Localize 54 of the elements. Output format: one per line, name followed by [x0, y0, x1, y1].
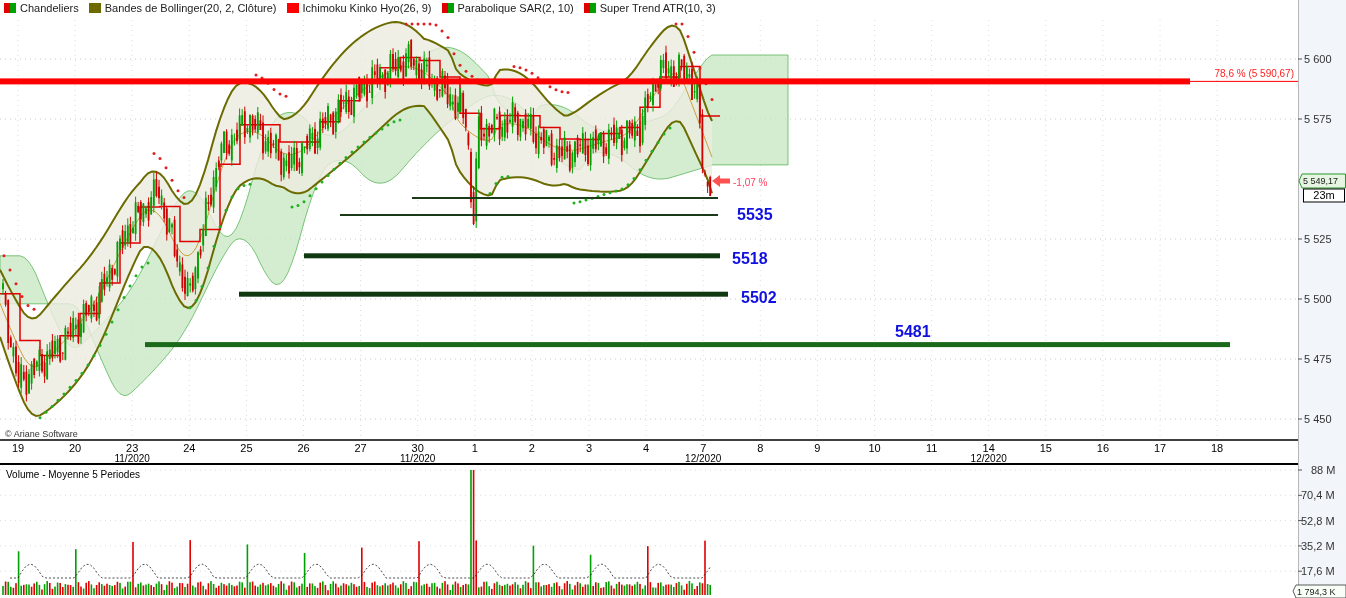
price-tick-label: 5 575 [1304, 113, 1332, 125]
arrow-icon [712, 175, 730, 187]
level-label: 5481 [895, 323, 931, 340]
fibonacci-label: 78,6 % (5 590,67) [1214, 68, 1294, 80]
date-label: 2 [528, 442, 535, 454]
date-label: 27 [354, 442, 367, 454]
date-label: 16 [1096, 442, 1110, 454]
date-label: 1 [471, 442, 478, 454]
date-label: 23 [126, 442, 139, 454]
date-label: 25 [240, 442, 253, 454]
legend-label: Chandeliers [20, 2, 79, 14]
date-label: 4 [643, 442, 650, 454]
month-label: 11/2020 [114, 453, 150, 464]
date-label: 20 [68, 442, 82, 454]
level-label: 5502 [741, 289, 777, 306]
date-label: 19 [11, 442, 25, 454]
last-volume-tag: 1 794,3 K [1292, 584, 1346, 598]
date-label: 24 [183, 442, 196, 454]
timeframe-tag: 23m [1303, 188, 1345, 203]
month-label: 11/2020 [400, 453, 436, 464]
change-label: -1,07 % [733, 177, 768, 188]
legend-label: Super Trend ATR(10, 3) [599, 2, 716, 14]
date-label: 26 [297, 442, 310, 454]
month-label: 12/2020 [685, 453, 722, 464]
last-price-tag: 5 549,17 [1298, 173, 1346, 189]
copyright-text: © Ariane Software [5, 429, 78, 439]
legend-label: Parabolique SAR(2, 10) [457, 2, 574, 14]
date-label: 9 [814, 442, 821, 454]
volume-title: Volume - Moyenne 5 Periodes [6, 469, 140, 480]
date-label: 15 [1039, 442, 1052, 454]
date-label: 14 [982, 442, 995, 454]
legend-label: Bandes de Bollinger(20, 2, Clôture) [104, 2, 277, 14]
date-label: 7 [700, 442, 707, 454]
price-tick-label: 5 525 [1304, 233, 1332, 245]
volume-tick-label: 52,8 M [1301, 514, 1335, 527]
price-tick-label: 5 600 [1304, 53, 1332, 65]
level-label: 5518 [732, 250, 768, 267]
level-label: 5535 [737, 206, 773, 223]
price-tick-label: 5 475 [1304, 353, 1332, 365]
legend-label: Ichimoku Kinko Hyo(26, 9) [302, 2, 432, 14]
date-label: 18 [1210, 442, 1224, 454]
month-label: 12/2020 [970, 453, 1007, 464]
price-tick-label: 5 500 [1304, 293, 1332, 305]
volume-tick-label: 17,6 M [1301, 565, 1335, 578]
price-tick-label: 5 450 [1304, 413, 1332, 425]
date-label: 11 [925, 442, 938, 454]
date-label: 30 [411, 442, 424, 454]
volume-tick-label: 70,4 M [1301, 489, 1335, 502]
date-label: 8 [757, 442, 764, 454]
date-label: 10 [868, 442, 881, 454]
volume-tick-label: 35,2 M [1301, 539, 1335, 552]
date-label: 3 [585, 442, 593, 454]
date-label: 17 [1153, 442, 1167, 454]
volume-tick-label: 88 M [1311, 464, 1336, 476]
